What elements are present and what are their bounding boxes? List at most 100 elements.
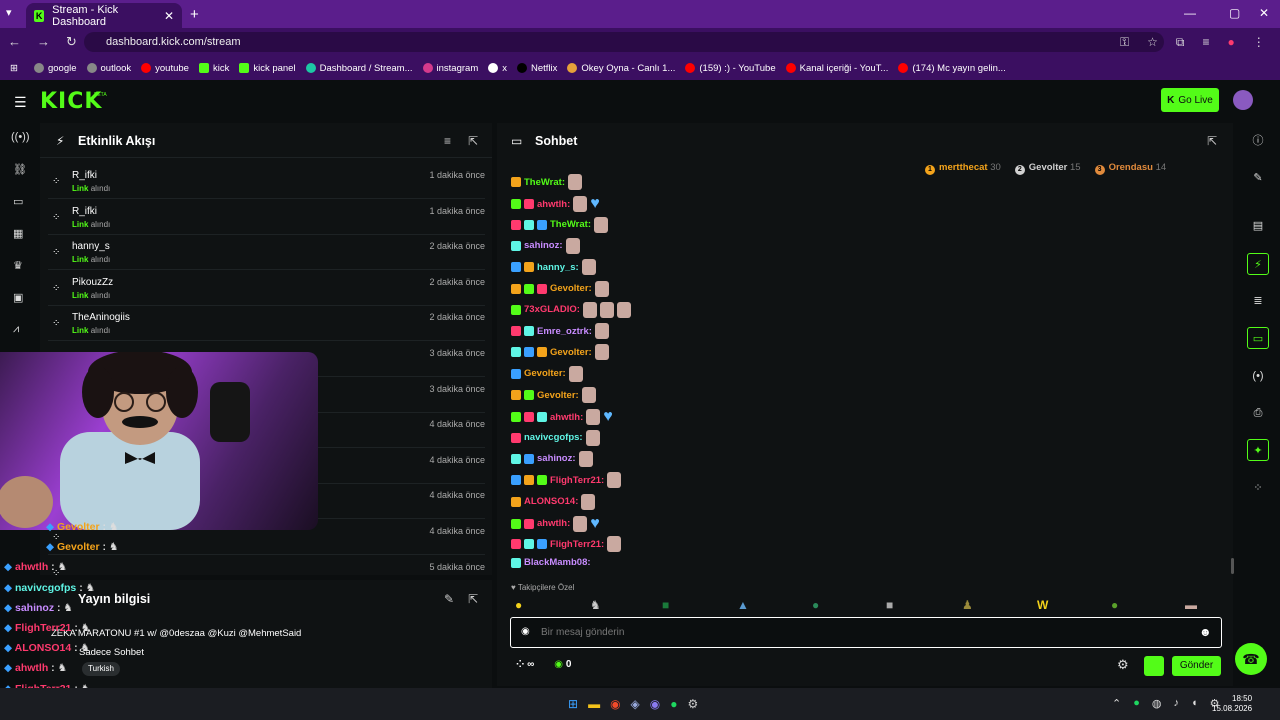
chat-message[interactable]: 73xGLADIO: [511, 301, 631, 318]
info-icon[interactable]: ⓘ [1247, 130, 1269, 152]
chat-username[interactable]: Emre_oztrk: [537, 326, 592, 337]
explorer-icon[interactable]: ▬ [588, 697, 600, 711]
points-display[interactable]: ◉ 0 [554, 659, 571, 670]
chat-username[interactable]: TheWrat: [550, 219, 591, 230]
user-avatar[interactable] [1233, 90, 1253, 110]
chat-message[interactable]: FlighTerr21: [511, 536, 622, 553]
tab-search-icon[interactable]: ▾ [6, 6, 12, 19]
chat-scrollbar[interactable] [1231, 558, 1234, 574]
emote-icon[interactable]: ■ [886, 598, 893, 612]
link-icon[interactable]: ⛓ [13, 163, 27, 176]
chat-message[interactable]: ahwtlh: ♥ [511, 515, 600, 533]
send-button[interactable]: Gönder [1172, 656, 1221, 676]
emote-icon[interactable]: ♞ [590, 598, 601, 612]
bookmark-youtube-159[interactable]: (159) :) - YouTube [685, 63, 776, 74]
key-icon[interactable]: ⚿ [1120, 35, 1129, 50]
new-tab-icon[interactable]: + [190, 6, 199, 23]
bookmark-kick[interactable]: kick [198, 63, 229, 74]
chat-message[interactable]: ahwtlh: ♥ [511, 408, 613, 426]
chat-username[interactable]: 73xGLADIO: [524, 304, 580, 315]
activity-row[interactable]: ⁘ R_ifki 1 dakika önce Link alındı [48, 200, 485, 235]
bookmark-instagram[interactable]: instagram [422, 63, 478, 74]
chat-message[interactable]: FlighTerr21: [511, 472, 622, 489]
video-icon[interactable]: ▣ [13, 291, 23, 304]
browser-tab[interactable]: K Stream - Kick Dashboard ✕ [26, 3, 182, 28]
chat-message[interactable]: sahinoz: [511, 237, 580, 254]
extensions-icon[interactable]: ⧉ [1176, 35, 1185, 50]
activity-row[interactable]: ⁘ TheAninogiis 2 dakika önce Link alındı [48, 306, 485, 342]
lightning-icon[interactable]: ⚡ [1247, 253, 1269, 275]
chat-icon[interactable]: ▭ [1247, 327, 1269, 349]
spotify-tray-icon[interactable]: ● [1133, 697, 1140, 710]
chat-username[interactable]: FlighTerr21: [550, 475, 604, 486]
reading-list-icon[interactable]: ≡ [1202, 35, 1209, 50]
bookmark-youtube[interactable]: youtube [141, 63, 189, 74]
chat-message[interactable]: TheWrat: [511, 216, 608, 233]
emote-icon[interactable]: ▬ [1185, 598, 1197, 612]
chat-message[interactable]: Gevolter: [511, 280, 609, 297]
go-live-button[interactable]: K Go Live [1161, 88, 1219, 112]
chat-message[interactable]: Gevolter: [511, 365, 583, 382]
leaderboard-entry[interactable]: 3 Orendasu 14 [1094, 162, 1166, 175]
emote-icon[interactable]: ■ [662, 598, 669, 612]
maximize-icon[interactable]: ▢ [1229, 6, 1240, 20]
chat-message[interactable]: Gevolter: [511, 387, 596, 403]
back-icon[interactable]: ← [8, 34, 21, 50]
steam-icon[interactable]: ◈ [631, 697, 640, 711]
edit-icon[interactable]: ✎ [444, 592, 454, 606]
chat-message[interactable]: hanny_s: [511, 259, 596, 276]
chat-username[interactable]: navivcgofps: [524, 432, 583, 443]
bookmark-kanal[interactable]: Kanal içeriği - YouT... [785, 63, 888, 74]
volume-icon[interactable]: ◖ [1191, 697, 1198, 710]
chat-username[interactable]: Gevolter: [537, 390, 579, 401]
emote-icon[interactable]: ▲ [737, 598, 749, 612]
chat-username[interactable]: ALONSO14: [524, 496, 578, 507]
wrench-icon[interactable]: ✦ [1247, 439, 1269, 461]
chat-username[interactable]: Gevolter: [550, 347, 592, 358]
chrome-icon[interactable]: ◉ [610, 697, 620, 711]
list-icon[interactable]: ≣ [1247, 290, 1269, 312]
emote-icon[interactable]: ● [812, 598, 819, 612]
chat-username[interactable]: ahwtlh: [537, 199, 570, 210]
chat-message[interactable]: navivcgofps: [511, 429, 600, 446]
bookmark-dashboard[interactable]: Dashboard / Stream... [305, 63, 413, 74]
chat-message[interactable]: BlackMamb08: [511, 557, 591, 568]
popout-icon[interactable]: ⇱ [1207, 134, 1217, 148]
activity-row[interactable]: ⁘ R_ifki 1 dakika önce Link alındı [48, 164, 485, 199]
minimize-icon[interactable]: — [1184, 6, 1196, 20]
window-icon[interactable]: ▭ [13, 195, 23, 208]
analytics-icon[interactable]: ▦ [13, 227, 23, 240]
chat-username[interactable]: ahwtlh: [537, 518, 570, 529]
chat-username[interactable]: sahinoz: [524, 240, 563, 251]
chart-icon[interactable]: ⩘ [13, 323, 19, 336]
apps-icon[interactable]: ⊞ [10, 63, 18, 74]
activity-row[interactable]: ⁘ PikouzZz 2 dakika önce Link alındı [48, 271, 485, 306]
bookmark-netflix[interactable]: Netflix [516, 63, 557, 74]
chat-username[interactable]: sahinoz: [537, 453, 576, 464]
chat-username[interactable]: Gevolter: [550, 283, 592, 294]
bookmark-x[interactable]: x [488, 63, 507, 74]
url-field[interactable]: dashboard.kick.com/stream [84, 32, 1164, 52]
support-fab-icon[interactable]: ☎ [1235, 643, 1267, 675]
nodes-icon[interactable]: ⁘ [1247, 477, 1269, 499]
chat-message[interactable]: Gevolter: [511, 344, 609, 361]
profile-icon[interactable]: ● [1228, 35, 1235, 50]
filter-icon[interactable]: ≡ [444, 134, 451, 148]
bookmark-google[interactable]: google [33, 63, 77, 74]
chat-username[interactable]: FlighTerr21: [550, 539, 604, 550]
activity-row[interactable]: ⁘ hanny_s 2 dakika önce Link alındı [48, 235, 485, 271]
card-icon[interactable]: ▤ [1247, 215, 1269, 237]
emote-icon[interactable]: W [1037, 598, 1048, 612]
emote-icon[interactable]: ● [515, 598, 522, 612]
network-icon[interactable]: ◍ [1152, 697, 1162, 710]
chat-username[interactable]: ahwtlh: [550, 412, 583, 423]
chat-username[interactable]: Gevolter: [524, 368, 566, 379]
star-icon[interactable]: ☆ [1147, 35, 1158, 50]
trophy-icon[interactable]: ♛ [13, 259, 23, 272]
bookmark-kick-panel[interactable]: kick panel [239, 63, 296, 74]
chat-message[interactable]: sahinoz: [511, 450, 593, 467]
chat-settings-icon[interactable]: ⚙ [1117, 657, 1129, 673]
bookmark-outlook[interactable]: outlook [86, 63, 131, 74]
start-icon[interactable]: ⊞ [568, 697, 578, 711]
chat-username[interactable]: hanny_s: [537, 262, 579, 273]
